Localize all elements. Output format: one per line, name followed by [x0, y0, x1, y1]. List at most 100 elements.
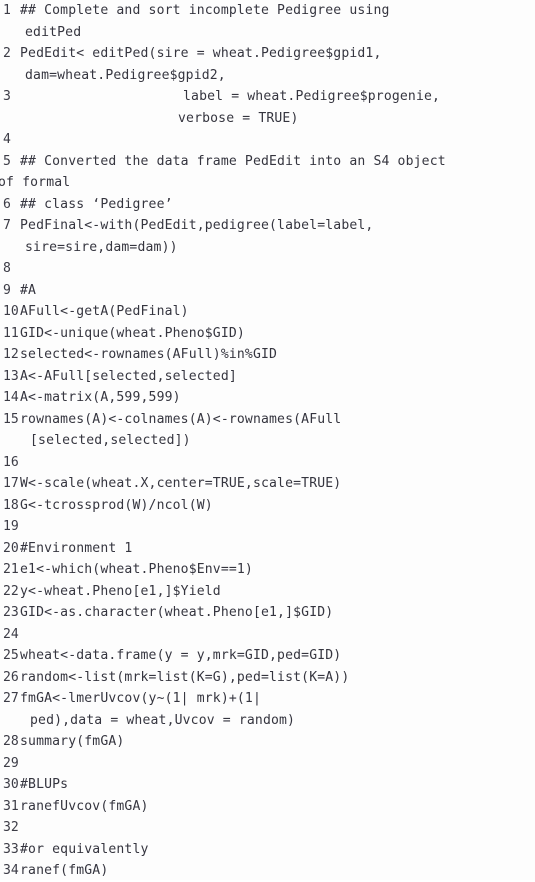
line-code: summary(fmGA) [20, 731, 535, 753]
line-code: #A [20, 280, 535, 302]
code-line: 9 #A [0, 280, 535, 302]
code-text: ranefUvcov(fmGA) [20, 798, 149, 814]
line-number: 3 [3, 89, 11, 104]
line-code: y<-wheat.Pheno[e1,]$Yield [20, 581, 535, 603]
line-number: 30 [3, 777, 19, 792]
code-line: 32 [0, 817, 535, 839]
line-number: 12 [3, 347, 19, 362]
code-line: 19 [0, 516, 535, 538]
line-code: GID<-as.character(wheat.Pheno[e1,]$GID) [20, 602, 535, 624]
code-line: 28 summary(fmGA) [0, 731, 535, 753]
code-line: 27 fmGA<-lmerUvcov(y~(1| mrk)+(1| ped),dat… [0, 688, 535, 731]
code-line: 10 AFull<-getA(PedFinal) [0, 301, 535, 323]
code-text: GID<-unique(wheat.Pheno$GID) [20, 325, 245, 341]
code-line: 7 PedFinal<-with(PedEdit,pedigree(label=l… [0, 215, 535, 258]
line-number: 7 [3, 218, 11, 233]
line-number: 28 [3, 734, 19, 749]
line-number: 8 [3, 261, 11, 276]
line-number: 26 [3, 669, 19, 685]
code-text: AFull<-getA(PedFinal) [20, 304, 189, 319]
line-number: 16 [3, 454, 19, 470]
line-code: PedFinal<-with(PedEdit,pedigree(label=la… [20, 215, 535, 258]
code-line: 2 PedEdit< editPed(sire = wheat.Pedigree$… [0, 43, 535, 86]
code-line: 22 y<-wheat.Pheno[e1,]$Yield [0, 581, 535, 603]
code-text: ## class ‘Pedigree’ [20, 196, 173, 212]
code-listing: 1 ## Complete and sort incomplete Pedigre… [0, 0, 535, 880]
code-text: ## Complete and sort incomplete Pedigree… [20, 3, 390, 18]
line-number: 5 [3, 153, 11, 169]
code-line: 18 G<-tcrossprod(W)/ncol(W) [0, 495, 535, 517]
line-code: random<-list(mrk=list(K=G),ped=list(K=A)… [20, 667, 535, 689]
code-line: 31 ranefUvcov(fmGA) [0, 796, 535, 818]
line-number: 23 [3, 605, 19, 620]
line-code: AFull<-getA(PedFinal) [20, 301, 535, 323]
code-line: 6 ## class ‘Pedigree’ [0, 194, 535, 216]
line-number: 22 [3, 583, 19, 599]
line-number: 14 [3, 390, 19, 405]
line-number: 17 [3, 476, 19, 491]
code-line: 33 #or equivalently [0, 839, 535, 861]
line-number: 11 [3, 325, 19, 341]
code-text: #BLUPs [20, 777, 69, 792]
line-number: 9 [3, 282, 11, 298]
code-text: rownames(A)<-colnames(A)<-rownames(AFull [20, 411, 342, 427]
line-number: 25 [3, 648, 19, 663]
line-code: rownames(A)<-colnames(A)<-rownames(AFull… [20, 409, 535, 452]
line-number: 29 [3, 755, 19, 771]
line-code: label = wheat.Pedigree$progenie, verbose … [20, 86, 535, 129]
code-text: PedFinal<-with(PedEdit,pedigree(label=la… [20, 218, 374, 233]
code-line: 17 W<-scale(wheat.X,center=TRUE,scale=TRU… [0, 473, 535, 495]
code-line: 24 [0, 624, 535, 646]
line-code: ranef(fmGA) [20, 860, 535, 882]
line-number: 10 [3, 304, 19, 319]
line-number: 13 [3, 368, 19, 384]
line-number: 1 [3, 3, 11, 18]
code-text: label = wheat.Pedigree$progenie, [183, 89, 441, 104]
code-line: 21 e1<-which(wheat.Pheno$Env==1) [0, 559, 535, 581]
line-code: #or equivalently [20, 839, 535, 861]
code-text: #or equivalently [20, 841, 149, 857]
code-line: 29 [0, 753, 535, 775]
line-number: 33 [3, 841, 19, 857]
code-line: 23 GID<-as.character(wheat.Pheno[e1,]$GID… [0, 602, 535, 624]
code-line: 16 [0, 452, 535, 474]
code-text: A<-matrix(A,599,599) [20, 390, 181, 405]
code-line: 8 [0, 258, 535, 280]
line-code: GID<-unique(wheat.Pheno$GID) [20, 323, 535, 345]
line-code: wheat<-data.frame(y = y,mrk=GID,ped=GID) [20, 645, 535, 667]
line-code: ranefUvcov(fmGA) [20, 796, 535, 818]
line-code: e1<-which(wheat.Pheno$Env==1) [20, 559, 535, 581]
code-line: 14 A<-matrix(A,599,599) [0, 387, 535, 409]
code-text: W<-scale(wheat.X,center=TRUE,scale=TRUE) [20, 476, 342, 491]
line-code: #Environment 1 [20, 538, 535, 560]
code-text: summary(fmGA) [20, 734, 125, 749]
code-wrap-text: ped),data = wheat,Uvcov = random) [30, 712, 296, 728]
line-number: 27 [3, 691, 19, 706]
line-number: 24 [3, 626, 19, 642]
code-line: 12 selected<-rownames(AFull)%in%GID [0, 344, 535, 366]
code-line: 11 GID<-unique(wheat.Pheno$GID) [0, 323, 535, 345]
line-code: G<-tcrossprod(W)/ncol(W) [20, 495, 535, 517]
code-text: G<-tcrossprod(W)/ncol(W) [20, 497, 213, 513]
code-text: #Environment 1 [20, 540, 133, 556]
code-text: ## Converted the data frame PedEdit into… [20, 153, 446, 169]
code-wrap-text: verbose = TRUE) [178, 110, 299, 126]
line-code: selected<-rownames(AFull)%in%GID [20, 344, 535, 366]
line-code: A<-matrix(A,599,599) [20, 387, 535, 409]
line-code: ## class ‘Pedigree’ [20, 194, 535, 216]
line-number: 21 [3, 562, 19, 577]
line-number: 15 [3, 411, 19, 427]
code-line: 30 #BLUPs [0, 774, 535, 796]
code-line: 15 rownames(A)<-colnames(A)<-rownames(AFu… [0, 409, 535, 452]
line-number: 20 [3, 540, 19, 556]
line-number: 19 [3, 519, 19, 534]
line-code: PedEdit< editPed(sire = wheat.Pedigree$g… [20, 43, 535, 86]
code-line: 5 ## Converted the data frame PedEdit int… [0, 151, 535, 194]
code-line: 1 ## Complete and sort incomplete Pedigre… [0, 0, 535, 43]
code-line: 26 random<-list(mrk=list(K=G),ped=list(K=… [0, 667, 535, 689]
code-text: wheat<-data.frame(y = y,mrk=GID,ped=GID) [20, 648, 342, 663]
line-number: 6 [3, 196, 11, 212]
code-line: 13 A<-AFull[selected,selected] [0, 366, 535, 388]
line-code: ## Converted the data frame PedEdit into… [0, 151, 535, 194]
line-number: 18 [3, 497, 19, 513]
